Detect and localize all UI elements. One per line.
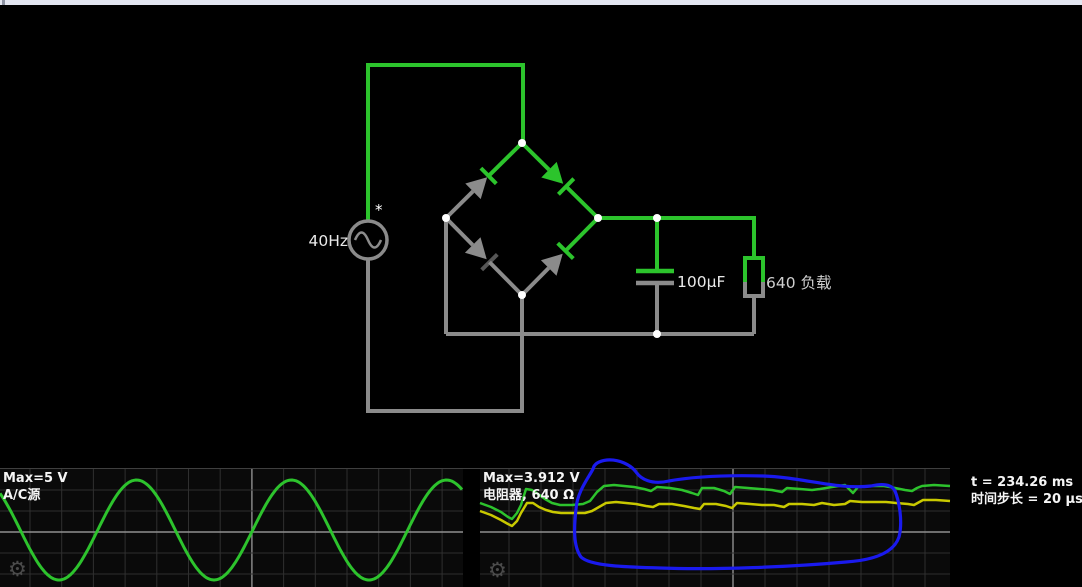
source-polarity-marker: * [375, 201, 383, 219]
app-window: 40Hz * 100µF 640 负载 Max=5 V A/C源 ⚙ [0, 0, 1082, 587]
sim-timestep-label: 时间步长 = 20 µs [971, 491, 1082, 507]
node-dot-capacitor-top [653, 214, 661, 222]
scope-panel: Max=5 V A/C源 ⚙ Max=3.912 V 电阻器, 640 Ω ⚙ … [0, 469, 1082, 587]
source-frequency-label: 40Hz [308, 232, 348, 250]
node-dot-bridge-left [442, 214, 450, 222]
right-scope-max-label: Max=3.912 V [483, 471, 580, 486]
circuit-canvas-background[interactable] [0, 5, 1082, 468]
left-scope-max-label: Max=5 V [3, 471, 68, 486]
sim-time-label: t = 234.26 ms [971, 475, 1073, 490]
right-scope-settings-gear-icon[interactable]: ⚙ [488, 558, 507, 582]
left-scope-signal-label: A/C源 [3, 487, 40, 503]
left-scope[interactable]: Max=5 V A/C源 ⚙ [0, 469, 463, 587]
right-scope-signal-label: 电阻器, 640 Ω [483, 487, 574, 503]
simulation-info: t = 234.26 ms 时间步长 = 20 µs [971, 475, 1082, 507]
left-scope-settings-gear-icon[interactable]: ⚙ [8, 557, 27, 581]
capacitor-value-label: 100µF [677, 273, 725, 291]
simulator-canvas: 40Hz * 100µF 640 负载 Max=5 V A/C源 ⚙ [0, 0, 1082, 587]
ac-voltage-source[interactable] [349, 221, 387, 259]
node-dot-bridge-top [518, 139, 526, 147]
node-dot-bridge-right [594, 214, 602, 222]
load-value-label: 640 负载 [766, 274, 832, 292]
node-dot-bridge-bottom [518, 291, 526, 299]
node-dot-ground-rail [653, 330, 661, 338]
